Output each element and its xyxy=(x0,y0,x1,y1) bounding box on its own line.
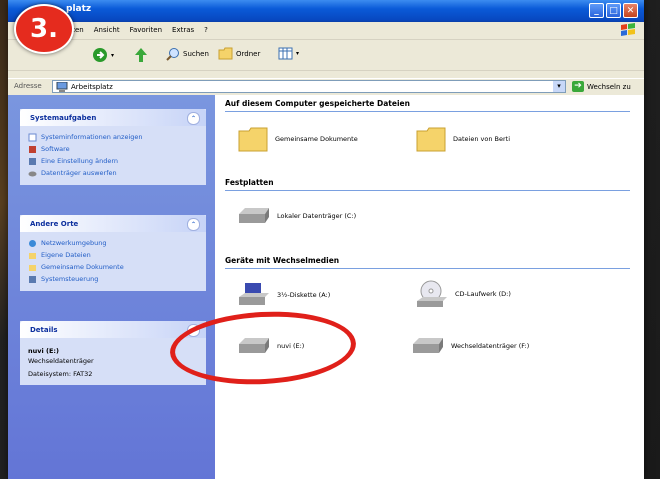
other-places-header[interactable]: Andere Orte ⌃ xyxy=(20,215,206,232)
go-button[interactable]: ➔ Wechseln zu xyxy=(572,81,631,92)
system-tasks-header[interactable]: Systemaufgaben ⌃ xyxy=(20,109,206,126)
views-button[interactable]: ▾ xyxy=(278,47,299,60)
settings-icon xyxy=(29,157,36,165)
group-stored-files: Auf diesem Computer gespeicherte Dateien xyxy=(225,99,630,112)
search-label: Suchen xyxy=(183,50,209,58)
search-icon xyxy=(166,48,179,61)
system-tasks-title: Systemaufgaben xyxy=(30,114,97,122)
task-software[interactable]: Software xyxy=(28,143,198,155)
title-bar[interactable]: platz _ □ ✕ xyxy=(8,0,644,22)
item-berti-files[interactable]: Dateien von Berti xyxy=(415,125,510,153)
item-local-disk-c[interactable]: Lokaler Datenträger (C:) xyxy=(237,205,356,227)
info-icon xyxy=(28,133,37,141)
group-hard-disks: Festplatten xyxy=(225,178,630,191)
go-arrow-icon: ➔ xyxy=(572,81,584,92)
content-area: Systemaufgaben ⌃ Systeminformationen anz… xyxy=(8,95,644,479)
menu-help[interactable]: ? xyxy=(204,26,208,34)
other-places-panel: Andere Orte ⌃ Netzwerkumgebung Eigene Da… xyxy=(20,215,206,291)
item-shared-documents[interactable]: Gemeinsame Dokumente xyxy=(237,125,358,153)
place-shared-documents[interactable]: Gemeinsame Dokumente xyxy=(28,261,198,273)
views-grid-icon xyxy=(278,47,293,60)
folders-button[interactable]: Ordner xyxy=(218,47,260,60)
item-floppy-a[interactable]: 3½-Diskette (A:) xyxy=(237,281,330,309)
hard-drive-icon xyxy=(239,208,269,223)
maximize-button[interactable]: □ xyxy=(606,3,621,18)
forward-button[interactable]: ▾ xyxy=(92,47,114,63)
software-icon xyxy=(29,145,36,153)
search-button[interactable]: Suchen xyxy=(166,47,209,61)
address-dropdown[interactable]: ▾ xyxy=(553,81,565,92)
step-number-badge: 3. xyxy=(14,4,74,54)
windows-flag-icon xyxy=(621,23,635,36)
minimize-button[interactable]: _ xyxy=(589,3,604,18)
folder-icon xyxy=(29,264,36,271)
up-arrow-icon xyxy=(135,48,147,62)
removable-drive-icon xyxy=(413,338,443,353)
details-filesystem: Dateisystem: FAT32 xyxy=(28,370,93,378)
window-title: platz xyxy=(66,4,92,14)
explorer-window: platz _ □ ✕ eiten Ansicht Favoriten Extr… xyxy=(8,0,644,479)
address-field[interactable]: Arbeitsplatz ▾ xyxy=(52,80,566,93)
menu-view[interactable]: Ansicht xyxy=(94,26,120,34)
place-control-panel[interactable]: Systemsteuerung xyxy=(28,273,198,285)
task-pane: Systemaufgaben ⌃ Systeminformationen anz… xyxy=(8,95,215,479)
task-system-info[interactable]: Systeminformationen anzeigen xyxy=(28,131,198,143)
floppy-drive-icon xyxy=(239,283,269,305)
collapse-icon[interactable]: ⌃ xyxy=(187,112,200,125)
item-removable-f[interactable]: Wechseldatenträger (F:) xyxy=(411,335,529,357)
task-eject[interactable]: Datenträger auswerfen xyxy=(28,167,198,179)
other-places-title: Andere Orte xyxy=(30,220,79,228)
group-removable-devices: Geräte mit Wechselmedien xyxy=(225,256,630,269)
documents-folder-icon xyxy=(29,252,36,259)
address-bar: Adresse Arbeitsplatz ▾ ➔ Wechseln zu xyxy=(8,78,644,95)
system-tasks-panel: Systemaufgaben ⌃ Systeminformationen anz… xyxy=(20,109,206,185)
eject-icon xyxy=(28,171,37,176)
toolbar: ▾ Suchen Ordner ▾ xyxy=(8,40,644,71)
collapse-icon[interactable]: ⌃ xyxy=(187,218,200,231)
go-label: Wechseln zu xyxy=(587,82,631,91)
address-value: Arbeitsplatz xyxy=(71,83,113,91)
network-icon xyxy=(29,239,36,247)
menu-favorites[interactable]: Favoriten xyxy=(130,26,162,34)
cd-drive-icon xyxy=(417,280,447,307)
menu-extras[interactable]: Extras xyxy=(172,26,194,34)
up-folder-button[interactable] xyxy=(134,47,148,63)
file-view: Auf diesem Computer gespeicherte Dateien… xyxy=(215,95,644,479)
place-network[interactable]: Netzwerkumgebung xyxy=(28,237,198,249)
forward-arrow-icon xyxy=(93,48,107,62)
computer-icon xyxy=(56,82,68,92)
folders-label: Ordner xyxy=(236,49,261,58)
place-my-documents[interactable]: Eigene Dateien xyxy=(28,249,198,261)
item-cd-drive-d[interactable]: CD-Laufwerk (D:) xyxy=(415,279,511,309)
folder-icon xyxy=(416,127,446,152)
address-label: Adresse xyxy=(14,82,42,90)
menu-bar: eiten Ansicht Favoriten Extras ? xyxy=(8,22,644,40)
task-change-setting[interactable]: Eine Einstellung ändern xyxy=(28,155,198,167)
folder-icon xyxy=(218,47,233,60)
close-button[interactable]: ✕ xyxy=(623,3,638,18)
details-title: Details xyxy=(30,326,58,334)
folder-icon xyxy=(238,127,268,152)
control-panel-icon xyxy=(29,275,36,283)
